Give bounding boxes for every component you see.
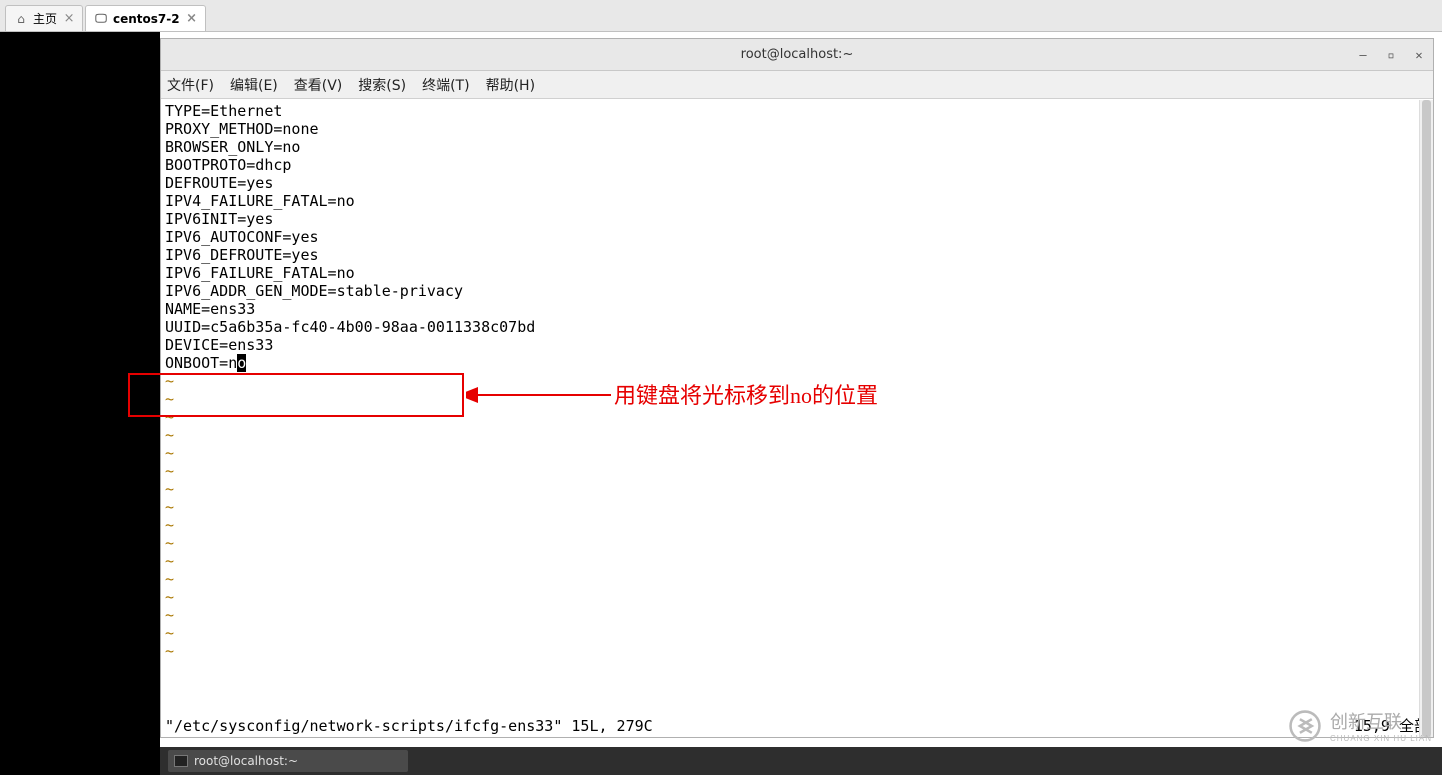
window-title: root@localhost:~	[741, 47, 854, 62]
vim-empty-line: ~	[165, 408, 1429, 426]
terminal-menubar: 文件(F) 编辑(E) 查看(V) 搜索(S) 终端(T) 帮助(H)	[161, 71, 1433, 99]
vim-empty-line: ~	[165, 462, 1429, 480]
vm-icon: 🖵	[94, 12, 108, 26]
menu-help[interactable]: 帮助(H)	[486, 75, 535, 95]
terminal-window: root@localhost:~ — ▫ ✕ 文件(F) 编辑(E) 查看(V)…	[160, 38, 1434, 738]
watermark-logo-icon	[1288, 709, 1322, 743]
config-line: IPV6_AUTOCONF=yes	[165, 228, 1429, 246]
close-icon[interactable]: ×	[185, 12, 199, 26]
config-line: DEFROUTE=yes	[165, 174, 1429, 192]
taskbar-item-terminal[interactable]: root@localhost:~	[168, 750, 408, 772]
menu-edit[interactable]: 编辑(E)	[230, 75, 278, 95]
watermark-text-bottom: CHUANG XIN HU LIAN	[1330, 734, 1432, 743]
config-line: BROWSER_ONLY=no	[165, 138, 1429, 156]
menu-search[interactable]: 搜索(S)	[358, 75, 406, 95]
tab-vm-centos[interactable]: 🖵 centos7-2 ×	[85, 5, 206, 31]
vim-empty-line: ~	[165, 534, 1429, 552]
config-line: BOOTPROTO=dhcp	[165, 156, 1429, 174]
config-line: IPV4_FAILURE_FATAL=no	[165, 192, 1429, 210]
vm-sidebar	[0, 32, 160, 775]
vim-empty-line: ~	[165, 552, 1429, 570]
scrollbar-thumb[interactable]	[1422, 100, 1431, 737]
config-line: NAME=ens33	[165, 300, 1429, 318]
terminal-icon	[174, 755, 188, 767]
menu-terminal[interactable]: 终端(T)	[422, 75, 469, 95]
close-icon[interactable]: ×	[62, 12, 76, 26]
workstation-tab-bar: ⌂ 主页 × 🖵 centos7-2 ×	[0, 0, 1442, 32]
gnome-taskbar: root@localhost:~	[160, 747, 1442, 775]
maximize-button[interactable]: ▫	[1383, 48, 1399, 62]
config-line-cursor: ONBOOT=no	[165, 354, 1429, 372]
config-line: IPV6_ADDR_GEN_MODE=stable-privacy	[165, 282, 1429, 300]
config-line: UUID=c5a6b35a-fc40-4b00-98aa-0011338c07b…	[165, 318, 1429, 336]
config-line: DEVICE=ens33	[165, 336, 1429, 354]
taskbar-item-label: root@localhost:~	[194, 754, 298, 768]
vim-empty-line: ~	[165, 426, 1429, 444]
menu-view[interactable]: 查看(V)	[294, 75, 343, 95]
config-line: PROXY_METHOD=none	[165, 120, 1429, 138]
vim-empty-line: ~	[165, 498, 1429, 516]
vim-empty-line: ~	[165, 624, 1429, 642]
status-left: "/etc/sysconfig/network-scripts/ifcfg-en…	[165, 717, 653, 735]
text-cursor: o	[237, 354, 246, 372]
tab-home-label: 主页	[33, 10, 57, 27]
tab-vm-label: centos7-2	[113, 12, 180, 26]
vim-empty-line: ~	[165, 444, 1429, 462]
watermark: 创新互联 CHUANG XIN HU LIAN	[1288, 708, 1432, 743]
terminal-body[interactable]: TYPE=EthernetPROXY_METHOD=noneBROWSER_ON…	[161, 100, 1433, 737]
vim-empty-line: ~	[165, 390, 1429, 408]
vim-empty-line: ~	[165, 480, 1429, 498]
vim-empty-line: ~	[165, 372, 1429, 390]
vim-empty-line: ~	[165, 570, 1429, 588]
config-line: TYPE=Ethernet	[165, 102, 1429, 120]
config-line: IPV6_FAILURE_FATAL=no	[165, 264, 1429, 282]
vim-empty-line: ~	[165, 606, 1429, 624]
vim-empty-line: ~	[165, 516, 1429, 534]
vim-empty-line: ~	[165, 588, 1429, 606]
config-line: IPV6_DEFROUTE=yes	[165, 246, 1429, 264]
menu-file[interactable]: 文件(F)	[167, 75, 214, 95]
minimize-button[interactable]: —	[1355, 48, 1371, 62]
watermark-text-top: 创新互联	[1330, 708, 1432, 734]
window-titlebar: root@localhost:~ — ▫ ✕	[161, 39, 1433, 71]
tab-home[interactable]: ⌂ 主页 ×	[5, 5, 83, 31]
close-button[interactable]: ✕	[1411, 48, 1427, 62]
vim-empty-line: ~	[165, 642, 1429, 660]
home-icon: ⌂	[14, 12, 28, 26]
vim-status-line: "/etc/sysconfig/network-scripts/ifcfg-en…	[165, 717, 1429, 735]
config-line: IPV6INIT=yes	[165, 210, 1429, 228]
terminal-scrollbar[interactable]	[1419, 100, 1433, 737]
